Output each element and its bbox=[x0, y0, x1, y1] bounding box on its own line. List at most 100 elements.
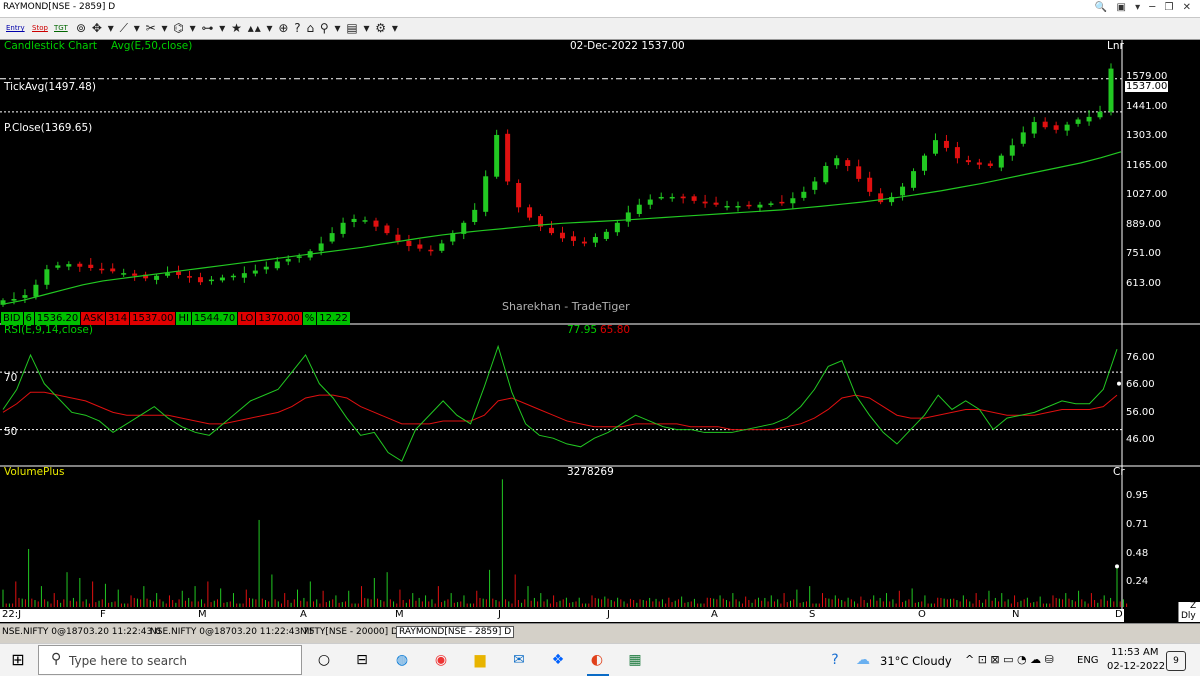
candle-body bbox=[900, 186, 906, 196]
candle-body bbox=[856, 166, 862, 179]
candle-body bbox=[483, 176, 489, 212]
task-view-icon[interactable]: ⊟ bbox=[352, 650, 372, 670]
candle-body bbox=[44, 269, 50, 285]
candle-body bbox=[33, 284, 39, 297]
notification-count: 9 bbox=[1173, 656, 1179, 666]
candle-body bbox=[121, 273, 127, 275]
chart-tab[interactable]: NIFTY[NSE - 20000] D bbox=[300, 627, 398, 637]
candle-body bbox=[691, 196, 697, 201]
windows-start-icon[interactable]: ⊞ bbox=[8, 650, 28, 670]
candle-body bbox=[845, 160, 851, 166]
weather-icon[interactable]: ☁ bbox=[853, 650, 873, 670]
candle-body bbox=[1020, 132, 1026, 144]
clock-time[interactable]: 11:53 AM bbox=[1111, 647, 1158, 658]
chart-toolbar: Entry Stop TGT ⊚ ✥ ▾ ⟋ ▾ ✂ ▾ ⌬ ▾ ⊶ ▾ ★ ▴… bbox=[0, 18, 1200, 40]
drawing-tools-icons[interactable]: ⊚ ✥ ▾ ⟋ ▾ ✂ ▾ ⌬ ▾ ⊶ ▾ ★ ▴▴ ▾ ⊕ ? ⌂ ⚲ ▾ ▤… bbox=[76, 21, 399, 35]
tray-icons[interactable]: ^ ⊡ ⊠ ▭ ◔ ☁ ⛁ bbox=[965, 653, 1054, 666]
candle-body bbox=[406, 240, 412, 247]
candle-body bbox=[570, 236, 576, 241]
period-selector[interactable]: Z Dly bbox=[1178, 602, 1200, 622]
price-axis-label: 889.00 bbox=[1126, 219, 1161, 230]
candle-body bbox=[932, 140, 938, 154]
candle-body bbox=[965, 160, 971, 163]
candle-body bbox=[1086, 116, 1092, 122]
chrome-icon[interactable]: ◉ bbox=[431, 650, 451, 670]
candle-body bbox=[340, 222, 346, 234]
avg-indicator-label: Avg(E,50,close) bbox=[111, 40, 193, 52]
volume-value: 3278269 bbox=[567, 466, 614, 478]
candle-body bbox=[614, 222, 620, 233]
candle-body bbox=[263, 266, 269, 270]
change-pct: 12.22 bbox=[316, 312, 350, 325]
candle-body bbox=[154, 275, 160, 280]
dropbox-icon[interactable]: ❖ bbox=[548, 650, 568, 670]
rsi-axis-label: 66.00 bbox=[1126, 379, 1155, 390]
candle-body bbox=[911, 171, 917, 188]
target-button[interactable]: TGT bbox=[54, 21, 68, 35]
candle-body bbox=[976, 162, 982, 165]
candle-body bbox=[362, 220, 368, 222]
candle-body bbox=[351, 218, 357, 223]
price-axis-label: 1579.00 bbox=[1126, 71, 1168, 82]
time-axis-label: 22:J bbox=[2, 609, 22, 620]
rsi-fast-line bbox=[2, 344, 1118, 462]
rsi-value-fast: 77.95 bbox=[567, 324, 598, 336]
mail-icon[interactable]: ✉ bbox=[509, 650, 529, 670]
rsi-level-50: 50 bbox=[4, 426, 18, 438]
notification-icon[interactable]: 9 bbox=[1166, 651, 1186, 671]
price-axis-label: 1165.00 bbox=[1126, 160, 1168, 171]
candle-body bbox=[66, 264, 72, 267]
ask-qty: 314 bbox=[105, 312, 130, 325]
window-controls[interactable]: 🔍 ▣ ▾ ─ ❐ ✕ bbox=[1095, 2, 1194, 13]
edge-icon[interactable]: ◍ bbox=[392, 650, 412, 670]
candle-body bbox=[943, 140, 949, 148]
candle-body bbox=[55, 265, 61, 268]
candle-body bbox=[219, 277, 225, 281]
cortana-icon[interactable]: ○ bbox=[314, 650, 334, 670]
taskbar-search[interactable]: ⚲ Type here to search bbox=[38, 645, 302, 675]
candle-body bbox=[801, 191, 807, 198]
title-bar: RAYMOND[NSE - 2859] D 🔍 ▣ ▾ ─ ❐ ✕ bbox=[0, 0, 1200, 18]
candle-body bbox=[77, 263, 83, 267]
tradetiger-icon[interactable]: ◐ bbox=[587, 650, 607, 670]
language-indicator[interactable]: ENG bbox=[1077, 655, 1099, 666]
candle-body bbox=[1075, 119, 1081, 124]
chart-tab-active[interactable]: RAYMOND[NSE - 2859] D bbox=[396, 626, 515, 638]
chart-tab[interactable]: NSE.NIFTY 0@18703.20 11:22:43 75 bbox=[150, 627, 315, 637]
chart-area[interactable]: Candlestick Chart Avg(E,50,close) 02-Dec… bbox=[0, 40, 1200, 622]
rsi-slow-line bbox=[2, 391, 1118, 431]
candle-body bbox=[998, 155, 1004, 168]
candle-body bbox=[110, 268, 116, 272]
candle-body bbox=[823, 165, 829, 183]
rsi-axis-label: 76.00 bbox=[1126, 352, 1155, 363]
chart-tab[interactable]: NSE.NIFTY 0@18703.20 11:22:43 0 bbox=[2, 627, 161, 637]
time-axis-label: N bbox=[1012, 609, 1020, 620]
candle-body bbox=[592, 236, 598, 243]
excel-icon[interactable]: ▦ bbox=[625, 650, 645, 670]
candle-body bbox=[241, 273, 247, 278]
candle-body bbox=[373, 220, 379, 227]
volume-unit-label: Cr bbox=[1113, 466, 1125, 478]
chart-tab-bar: NSE.NIFTY 0@18703.20 11:22:43 0 NSE.NIFT… bbox=[0, 623, 1200, 643]
scale-mode-label[interactable]: Lnr bbox=[1107, 40, 1124, 52]
help-icon[interactable]: ? bbox=[825, 650, 845, 670]
file-explorer-icon[interactable]: ▆ bbox=[470, 650, 490, 670]
candle-body bbox=[812, 181, 818, 190]
volume-axis-label: 0.95 bbox=[1126, 490, 1149, 501]
clock-date[interactable]: 02-12-2022 bbox=[1107, 661, 1165, 672]
stop-button[interactable]: Stop bbox=[32, 21, 48, 35]
time-axis-label: O bbox=[918, 609, 926, 620]
weather-text[interactable]: 31°C Cloudy bbox=[880, 654, 952, 668]
time-axis-label: M bbox=[198, 609, 207, 620]
rsi-level-70: 70 bbox=[4, 372, 18, 384]
price-axis-label: 1027.00 bbox=[1126, 189, 1168, 200]
candle-body bbox=[735, 206, 741, 208]
time-axis-label: J bbox=[607, 609, 610, 620]
time-axis-label: M bbox=[395, 609, 404, 620]
candle-body bbox=[99, 268, 105, 271]
entry-button[interactable]: Entry bbox=[6, 21, 25, 35]
rsi-axis-label: 56.00 bbox=[1126, 407, 1155, 418]
candle-body bbox=[1108, 68, 1114, 112]
time-axis-label: D bbox=[1115, 609, 1123, 620]
candle-body bbox=[230, 275, 236, 278]
